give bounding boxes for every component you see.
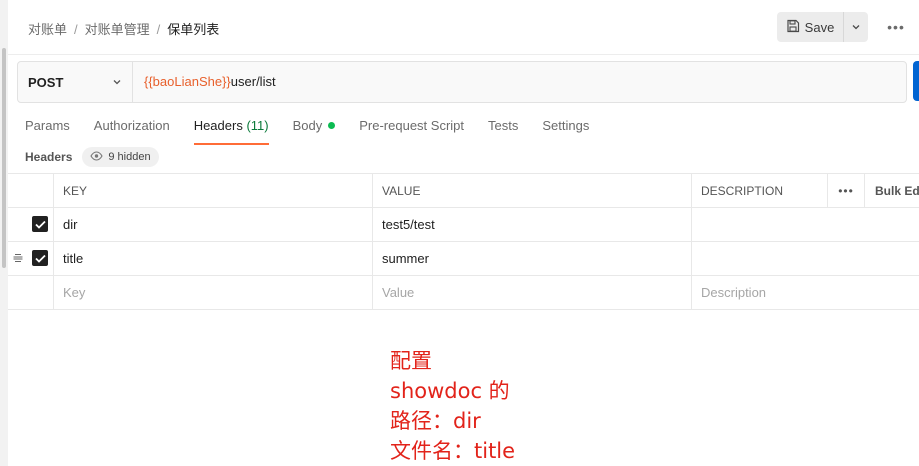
save-icon — [786, 19, 800, 36]
chevron-down-icon — [851, 20, 861, 35]
headers-table: KEY VALUE DESCRIPTION ••• Bulk Ed dir te… — [8, 173, 919, 310]
value-cell[interactable]: test5/test — [373, 208, 692, 241]
row-select-cell — [8, 276, 54, 309]
request-header-bar: 对账单 / 对账单管理 / 保单列表 Save ••• — [8, 0, 919, 55]
save-label: Save — [804, 19, 835, 35]
annotation-line: 路径：dir — [390, 409, 481, 433]
breadcrumb-separator: / — [74, 22, 78, 37]
check-icon — [34, 254, 46, 263]
row-checkbox[interactable] — [32, 250, 48, 266]
tab-authorization[interactable]: Authorization — [94, 118, 170, 145]
tab-label: Params — [25, 118, 70, 133]
tab-label: Pre-request Script — [359, 118, 465, 133]
annotation-note: 配置 showdoc 的 路径：dir 文件名：title — [390, 346, 515, 466]
key-cell[interactable]: dir — [54, 208, 373, 241]
annotation-line: showdoc 的 — [390, 379, 510, 403]
breadcrumb-separator: / — [156, 22, 161, 37]
headers-subheader: Headers 9 hidden — [25, 147, 159, 167]
tab-label: Settings — [542, 118, 590, 133]
vertical-scrollbar[interactable] — [0, 0, 8, 466]
tab-body[interactable]: Body — [293, 118, 336, 145]
tab-pre-request-script[interactable]: Pre-request Script — [359, 118, 464, 145]
body-status-dot — [328, 122, 336, 129]
hidden-headers-toggle[interactable]: 9 hidden — [82, 147, 159, 167]
url-path: user/list — [230, 74, 276, 89]
tab-params[interactable]: Params — [25, 118, 70, 145]
eye-icon — [90, 150, 104, 164]
request-url-bar: POST {{baoLianShe}}user/list — [17, 61, 907, 103]
table-header-row: KEY VALUE DESCRIPTION ••• Bulk Ed — [8, 173, 919, 208]
tab-settings[interactable]: Settings — [542, 118, 589, 145]
headers-count: (11) — [246, 118, 269, 133]
column-header-value: VALUE — [373, 174, 692, 207]
hidden-count-label: 9 hidden — [108, 151, 151, 163]
chevron-down-icon — [112, 75, 122, 90]
bulk-edit-link[interactable]: Bulk Ed — [865, 174, 919, 207]
breadcrumb-item-statement[interactable]: 对账单 — [28, 22, 67, 37]
method-label: POST — [28, 74, 64, 90]
tab-headers[interactable]: Headers (11) — [193, 118, 269, 145]
row-select-cell — [8, 208, 54, 241]
column-options-icon[interactable]: ••• — [828, 174, 865, 207]
annotation-line: 配置 — [390, 349, 432, 373]
request-tabs: Params Authorization Headers (11) Body P… — [25, 118, 613, 145]
headers-section-label: Headers — [25, 150, 73, 164]
row-select-cell — [8, 242, 54, 275]
description-cell[interactable] — [692, 242, 919, 275]
scrollbar-thumb[interactable] — [2, 48, 6, 268]
send-button[interactable] — [913, 61, 919, 101]
tab-label: Headers — [193, 118, 243, 133]
select-column-header — [8, 174, 54, 207]
key-cell[interactable]: title — [54, 242, 373, 275]
drag-handle-icon[interactable] — [12, 252, 24, 264]
key-input[interactable]: Key — [54, 276, 373, 309]
check-icon — [34, 220, 46, 229]
url-variable: {{baoLianShe}} — [144, 74, 231, 89]
annotation-line: 文件名：title — [390, 439, 516, 463]
row-checkbox[interactable] — [32, 216, 48, 232]
value-cell[interactable]: summer — [373, 242, 692, 275]
tab-label: Body — [292, 118, 323, 133]
more-actions-icon[interactable]: ••• — [884, 17, 908, 37]
table-row: dir test5/test — [8, 208, 919, 242]
value-input[interactable]: Value — [373, 276, 692, 309]
method-select[interactable]: POST — [18, 62, 133, 102]
tab-tests[interactable]: Tests — [488, 118, 518, 145]
save-button[interactable]: Save — [777, 12, 843, 42]
column-header-description: DESCRIPTION — [692, 174, 828, 207]
breadcrumb: 对账单 / 对账单管理 / 保单列表 — [28, 19, 219, 38]
tab-label: Tests — [488, 118, 519, 133]
breadcrumb-current[interactable]: 保单列表 — [167, 22, 219, 37]
breadcrumb-item-statement-management[interactable]: 对账单管理 — [85, 22, 150, 37]
column-header-key: KEY — [54, 174, 373, 207]
save-button-group: Save — [777, 12, 868, 42]
tab-label: Authorization — [93, 118, 170, 133]
description-cell[interactable] — [692, 208, 919, 241]
save-options-button[interactable] — [843, 12, 868, 42]
table-row-new: Key Value Description — [8, 276, 919, 310]
table-row: title summer — [8, 242, 919, 276]
url-input[interactable]: {{baoLianShe}}user/list — [144, 74, 276, 89]
description-input[interactable]: Description — [692, 276, 919, 309]
